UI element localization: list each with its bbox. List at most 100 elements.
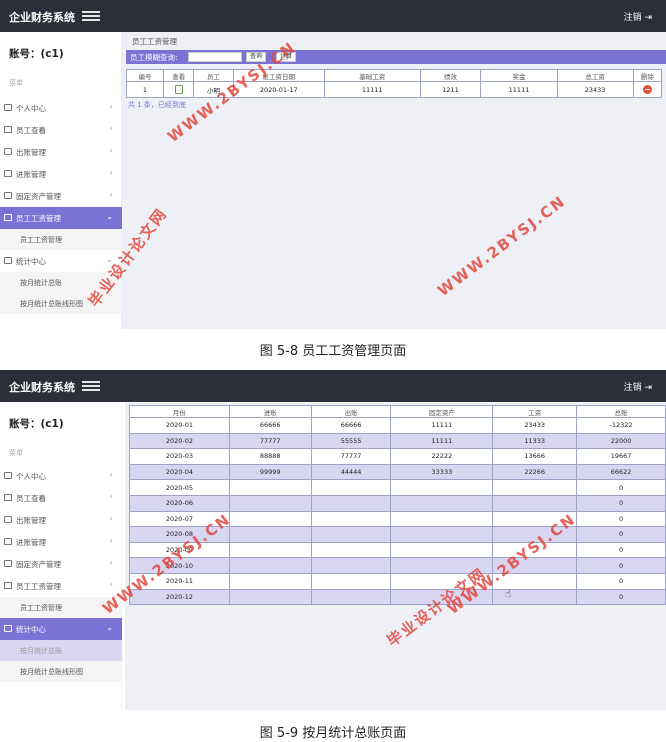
- delete-cell[interactable]: [632, 81, 663, 98]
- table-cell: [310, 557, 392, 574]
- column-header: 基础工资: [323, 69, 421, 82]
- view-cell[interactable]: [162, 81, 195, 98]
- sidebar-item-outgoing[interactable]: 出账管理 ‹: [0, 509, 122, 531]
- monthly-ledger-table: 月份 进账 出账 固定资产 工资 总账 2020-01 66666 66666 111…: [129, 405, 666, 606]
- menu-caption: 菜单: [9, 449, 23, 457]
- menu-toggle-icon[interactable]: [82, 381, 100, 391]
- table-cell: 66666: [310, 417, 392, 434]
- table-row: 2020-04 99999 44444 33333 22266 66622: [129, 463, 666, 481]
- submenu-monthly-ledger[interactable]: 按月统计总账: [0, 640, 122, 661]
- brand-title: 企业财务系统: [9, 11, 75, 24]
- cell-bonus: 11111: [480, 81, 558, 98]
- logout-button[interactable]: 注销 ⇥: [624, 380, 652, 393]
- sidebar-item-salary-management[interactable]: 员工工资管理 ‹: [0, 575, 122, 597]
- table-cell: 0: [576, 588, 666, 606]
- figure-caption: 图 5-9 按月统计总账页面: [259, 726, 407, 741]
- table-cell: 2020-04: [129, 463, 230, 481]
- folder-icon: [4, 126, 12, 133]
- table-row: 2020-12 0: [129, 588, 666, 606]
- table-row: 2020-02 77777 55555 11111 11333 22000: [129, 432, 666, 450]
- table-cell: 99999: [228, 463, 312, 481]
- top-bar: 企业财务系统 注销 ⇥: [0, 0, 666, 32]
- chevron-left-icon: ‹: [109, 190, 113, 199]
- folder-icon: [4, 560, 12, 567]
- table-cell: [390, 479, 494, 496]
- folder-icon: [4, 170, 12, 177]
- sidebar-item-employee-view[interactable]: 员工查看 ‹: [0, 119, 122, 141]
- table-cell: 0: [576, 510, 666, 528]
- top-bar: 企业财务系统 注销 ⇥: [0, 370, 666, 402]
- column-header: 工资: [492, 405, 578, 418]
- salary-table: 编号 查看 员工 发工资日期 基础工资 绩效 奖金 总工资 删除 1 小明 20…: [126, 69, 663, 98]
- monthly-ledger-screenshot: 企业财务系统 注销 ⇥ 账号：(c1) 菜单 个人中心 ‹ 员工查看 ‹ 出账管理 ‹…: [0, 370, 666, 710]
- hand-cursor-icon: ☝: [505, 589, 512, 600]
- column-header: 总工资: [556, 69, 634, 82]
- account-label: 账号：(c1): [9, 48, 64, 60]
- folder-icon: [4, 148, 12, 155]
- cell-total: 23433: [556, 81, 634, 98]
- table-cell: 66622: [576, 463, 666, 481]
- chevron-left-icon: ‹: [109, 492, 113, 501]
- table-cell: [228, 588, 312, 606]
- table-cell: 77777: [228, 432, 312, 450]
- sidebar-item-employee-view[interactable]: 员工查看 ‹: [0, 487, 122, 509]
- delete-icon[interactable]: [642, 85, 652, 94]
- sidebar-item-incoming[interactable]: 进账管理 ‹: [0, 163, 122, 185]
- table-cell: 2020-06: [129, 494, 230, 512]
- table-cell: [492, 494, 578, 512]
- sidebar-item-statistics[interactable]: 统计中心 ⌄: [0, 250, 122, 272]
- table-cell: 0: [576, 557, 666, 574]
- submenu-salary-management[interactable]: 员工工资管理: [0, 229, 122, 250]
- table-cell: 55555: [310, 432, 392, 450]
- table-cell: [310, 541, 392, 559]
- edit-icon[interactable]: [174, 85, 183, 94]
- sidebar-item-incoming[interactable]: 进账管理 ‹: [0, 531, 122, 553]
- cell-performance: 1211: [419, 81, 482, 98]
- table-cell: 2020-05: [129, 479, 230, 496]
- sidebar-item-personal-center[interactable]: 个人中心 ‹: [0, 97, 122, 119]
- table-cell: [310, 479, 392, 496]
- column-header: 进账: [228, 405, 312, 418]
- chevron-left-icon: ‹: [109, 536, 113, 545]
- table-cell: 44444: [310, 463, 392, 481]
- chevron-left-icon: ‹: [109, 580, 113, 589]
- logout-button[interactable]: 注销 ⇥: [624, 10, 652, 23]
- table-cell: 66666: [228, 417, 312, 434]
- folder-icon: [4, 516, 12, 523]
- folder-icon: [4, 257, 12, 264]
- table-cell: [390, 510, 494, 528]
- column-header: 出账: [310, 405, 392, 418]
- table-cell: [228, 479, 312, 496]
- table-cell: 22222: [390, 448, 494, 465]
- table-cell: [228, 541, 312, 559]
- sidebar-item-salary-management[interactable]: 员工工资管理 ⌄: [0, 207, 122, 229]
- chevron-left-icon: ‹: [109, 102, 113, 111]
- table-cell: 19667: [576, 448, 666, 465]
- column-header: 查看: [162, 69, 195, 82]
- menu-toggle-icon[interactable]: [82, 11, 100, 21]
- main-content: 月份 进账 出账 固定资产 工资 总账 2020-01 66666 66666 111…: [125, 402, 666, 710]
- table-cell: 13666: [492, 448, 578, 465]
- table-cell: [228, 572, 312, 590]
- sidebar-item-fixed-assets[interactable]: 固定资产管理 ‹: [0, 553, 122, 575]
- table-cell: [390, 494, 494, 512]
- sidebar-item-personal-center[interactable]: 个人中心 ‹: [0, 465, 122, 487]
- chevron-left-icon: ‹: [109, 558, 113, 567]
- folder-icon: [4, 104, 12, 111]
- chevron-left-icon: ‹: [109, 168, 113, 177]
- submenu-monthly-ledger-chart[interactable]: 按月统计总账线形图: [0, 661, 122, 682]
- table-cell: 88888: [228, 448, 312, 465]
- sidebar-item-statistics[interactable]: 统计中心 ⌄: [0, 618, 122, 640]
- table-cell: 11111: [390, 417, 494, 434]
- record-count: 共 1 条，已经到底: [128, 101, 186, 109]
- table-cell: 0: [576, 541, 666, 559]
- table-row: 2020-11 0: [129, 572, 666, 590]
- table-cell: [310, 588, 392, 606]
- sidebar-item-outgoing[interactable]: 出账管理 ‹: [0, 141, 122, 163]
- table-row: 2020-06 0: [129, 494, 666, 512]
- table-cell: [228, 557, 312, 574]
- sidebar-item-fixed-assets[interactable]: 固定资产管理 ‹: [0, 185, 122, 207]
- table-cell: [310, 510, 392, 528]
- search-label: 员工模糊查询:: [130, 53, 178, 62]
- search-input[interactable]: [188, 52, 242, 62]
